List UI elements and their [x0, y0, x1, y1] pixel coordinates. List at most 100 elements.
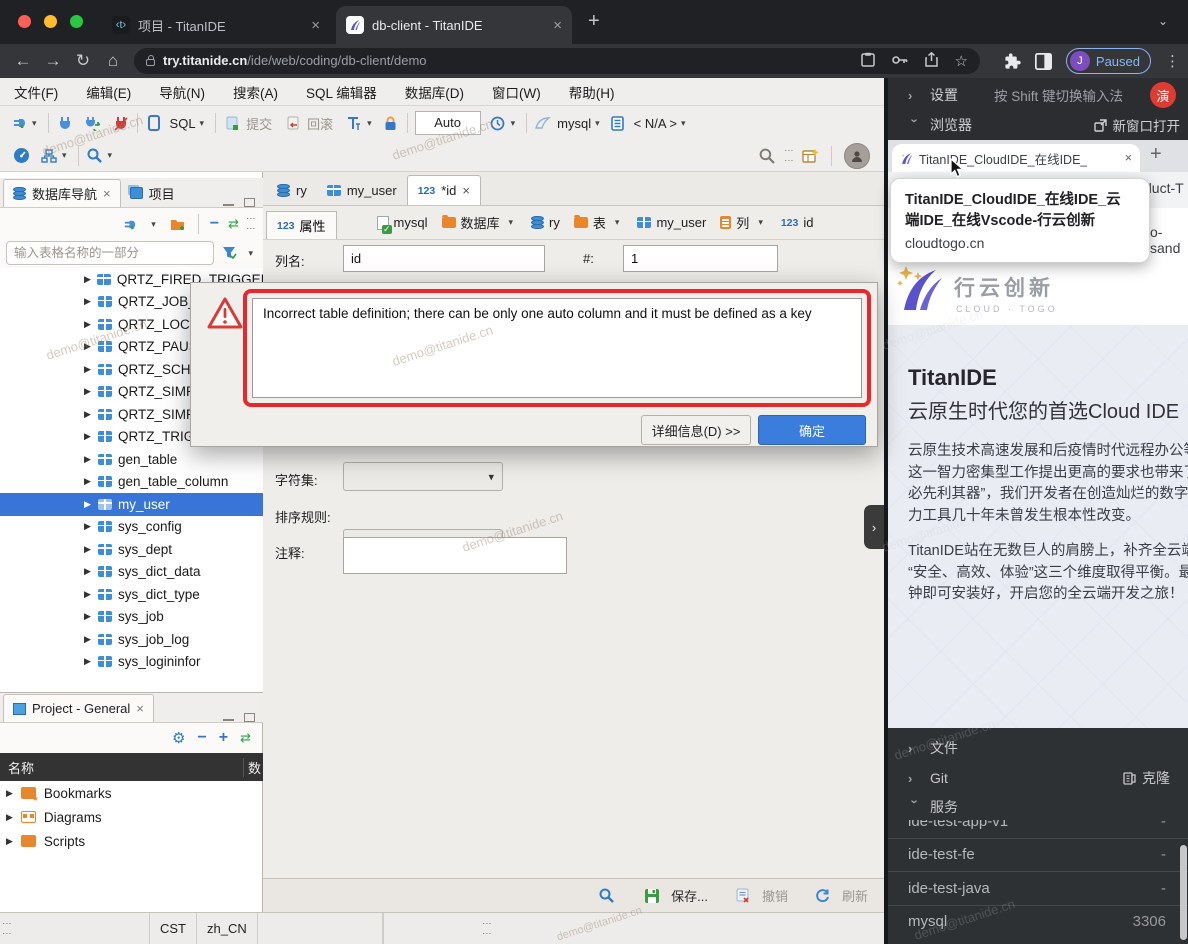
- menu-item[interactable]: 文件(F): [14, 82, 58, 102]
- clipboard-icon[interactable]: [861, 52, 875, 67]
- database-doc-icon[interactable]: [609, 114, 627, 132]
- connection-dropdown-icon[interactable]: ▾: [595, 118, 600, 129]
- refresh-button[interactable]: 刷新: [842, 886, 868, 905]
- details-button[interactable]: 详细信息(D) >>: [641, 415, 751, 445]
- table-tree-item[interactable]: ▶ sys_config: [0, 516, 263, 539]
- menu-item[interactable]: 窗口(W): [492, 82, 541, 102]
- commit-button[interactable]: 提交: [246, 114, 272, 133]
- history-dropdown-icon[interactable]: ▾: [511, 118, 516, 129]
- search-dropdown-icon[interactable]: ▾: [108, 150, 113, 161]
- expand-arrow-icon[interactable]: ▶: [84, 611, 92, 622]
- expand-arrow-icon[interactable]: ▶: [6, 788, 13, 799]
- close-tab-icon[interactable]: ×: [136, 701, 144, 716]
- table-tree-item[interactable]: ▶ sys_job_log: [0, 628, 263, 651]
- table-tree-item[interactable]: ▶ sys_dept: [0, 538, 263, 561]
- sql-editor-icon[interactable]: [145, 114, 163, 132]
- git-clone-button[interactable]: 克隆: [1123, 768, 1170, 788]
- traffic-close-button[interactable]: [18, 15, 31, 28]
- ime-demo-badge[interactable]: 演: [1150, 82, 1176, 108]
- close-tab-icon[interactable]: ×: [103, 186, 111, 201]
- quick-search-icon[interactable]: [758, 147, 776, 165]
- network-topology-icon[interactable]: [40, 147, 58, 165]
- table-tree-item[interactable]: ▶ sys_job: [0, 606, 263, 629]
- refresh-icon[interactable]: [814, 887, 832, 905]
- sql-button-label[interactable]: SQL: [170, 116, 196, 131]
- expand-all-icon[interactable]: +: [219, 729, 228, 747]
- maximize-panel-icon[interactable]: [244, 713, 255, 722]
- embedded-browser-tab[interactable]: TitanIDE_CloudIDE_在线IDE_ ×: [892, 144, 1140, 172]
- link-with-editor-icon[interactable]: ⇄: [240, 730, 251, 746]
- minimize-panel-icon[interactable]: [223, 204, 234, 206]
- charset-select[interactable]: [343, 462, 503, 491]
- tab-search-chevron-icon[interactable]: ⌄: [1158, 14, 1168, 28]
- search-toolbar-icon[interactable]: [86, 147, 104, 165]
- tab-database-navigator[interactable]: 数据库导航 ×: [3, 179, 121, 207]
- ok-button[interactable]: 确定: [758, 415, 866, 445]
- table-tree-item[interactable]: ▶ gen_table: [0, 448, 263, 471]
- menu-item[interactable]: 帮助(H): [569, 82, 615, 102]
- project-list-item[interactable]: ▶ Scripts: [0, 829, 262, 853]
- save-floppy-icon[interactable]: [643, 887, 661, 905]
- new-folder-icon[interactable]: [169, 215, 187, 233]
- statusbar-drag-handle[interactable]: ⋮⋮: [484, 919, 489, 939]
- dashboard-gauge-icon[interactable]: [12, 147, 30, 165]
- browser-tab-project[interactable]: ‹t› 项目 - TitanIDE ×: [102, 6, 330, 44]
- user-avatar-icon[interactable]: [844, 143, 870, 169]
- toolbar-drag-handle[interactable]: ⋮⋮: [786, 146, 791, 166]
- project-list-item[interactable]: ▶ Bookmarks: [0, 781, 262, 805]
- expand-arrow-icon[interactable]: ▶: [6, 836, 13, 847]
- tab-projects[interactable]: 项目: [121, 179, 184, 207]
- browser-section-row[interactable]: › 浏览器 新窗口打开: [888, 110, 1188, 140]
- share-icon[interactable]: [925, 52, 938, 67]
- breadcrumb-tables[interactable]: 表▾: [574, 213, 624, 232]
- service-row[interactable]: ide-test-fe -: [888, 838, 1188, 872]
- column-data-header[interactable]: 数: [243, 758, 261, 777]
- tab-table-my-user[interactable]: my_user: [317, 175, 407, 205]
- table-tree-item[interactable]: ▶ my_user: [0, 493, 263, 516]
- disconnect-icon[interactable]: [112, 114, 130, 132]
- expand-arrow-icon[interactable]: ▶: [84, 454, 92, 465]
- forward-icon[interactable]: →: [38, 51, 68, 71]
- profile-button[interactable]: J Paused: [1066, 48, 1151, 74]
- expand-arrow-icon[interactable]: ▶: [84, 296, 92, 307]
- tab-database-ry[interactable]: ry: [267, 175, 317, 205]
- expand-arrow-icon[interactable]: ▶: [84, 364, 92, 375]
- new-connection-icon[interactable]: [10, 114, 28, 132]
- password-key-icon[interactable]: [892, 55, 908, 65]
- new-tab-button[interactable]: +: [588, 10, 600, 33]
- kebab-menu-icon[interactable]: ⋮: [1165, 52, 1180, 70]
- breadcrumb-databases[interactable]: 数据库▾: [442, 213, 518, 232]
- expand-arrow-icon[interactable]: ▶: [84, 589, 92, 600]
- expand-arrow-icon[interactable]: ▶: [84, 521, 92, 532]
- link-with-editor-icon[interactable]: ⇄: [228, 216, 239, 232]
- expand-arrow-icon[interactable]: ▶: [84, 341, 92, 352]
- new-connection-dropdown-icon[interactable]: ▾: [32, 118, 37, 129]
- menu-item[interactable]: 数据库(D): [405, 82, 464, 102]
- home-icon[interactable]: ⌂: [98, 51, 128, 71]
- column-name-input[interactable]: [343, 245, 545, 272]
- expand-arrow-icon[interactable]: ▶: [84, 656, 92, 667]
- side-panel-icon[interactable]: [1035, 53, 1052, 70]
- search-icon[interactable]: [597, 887, 615, 905]
- tab-project-general[interactable]: Project - General ×: [3, 694, 154, 722]
- open-new-window-button[interactable]: 新窗口打开: [1094, 115, 1181, 135]
- breadcrumb-table-my-user[interactable]: my_user: [637, 215, 706, 230]
- breadcrumb-database-ry[interactable]: ry: [531, 215, 560, 230]
- sql-dropdown-icon[interactable]: ▾: [200, 118, 205, 129]
- transaction-log-icon[interactable]: [345, 114, 363, 132]
- expand-arrow-icon[interactable]: ▶: [84, 319, 92, 330]
- menu-item[interactable]: 编辑(E): [86, 82, 131, 102]
- breadcrumb-column-id[interactable]: 123 id: [781, 215, 814, 230]
- expand-arrow-icon[interactable]: ▶: [84, 499, 92, 510]
- expand-arrow-icon[interactable]: ▶: [84, 431, 92, 442]
- new-connection-icon[interactable]: [120, 215, 138, 233]
- table-tree-item[interactable]: ▶ sys_logininfor: [0, 651, 263, 674]
- filter-funnel-icon[interactable]: [220, 244, 238, 262]
- expand-arrow-icon[interactable]: ▶: [84, 476, 92, 487]
- service-row[interactable]: ide-test-java -: [888, 871, 1188, 905]
- table-filter-input[interactable]: [6, 241, 214, 265]
- commit-mode-select[interactable]: Auto: [415, 111, 481, 135]
- schema-select[interactable]: < N/A >: [634, 116, 677, 131]
- transaction-dropdown-icon[interactable]: ▾: [367, 118, 372, 129]
- address-bar[interactable]: try.titanide.cn/ide/web/coding/db-client…: [134, 48, 980, 74]
